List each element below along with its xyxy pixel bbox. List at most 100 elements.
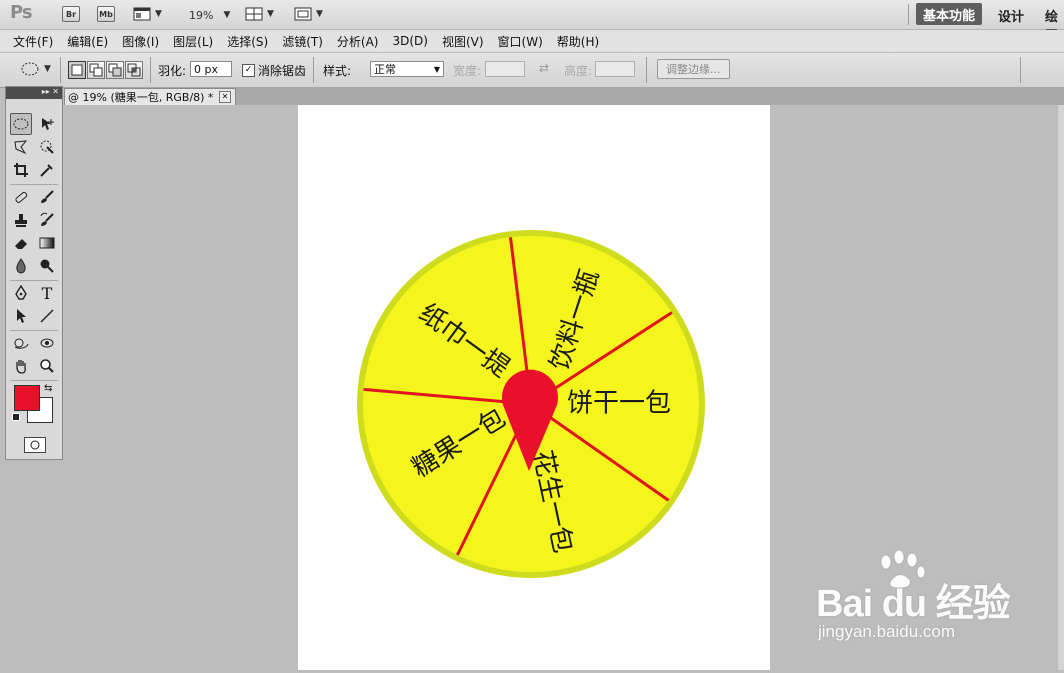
- height-label: 高度:: [564, 64, 593, 78]
- subtract-selection-icon: [108, 63, 122, 77]
- blur-tool[interactable]: [10, 255, 32, 277]
- style-select[interactable]: 正常 ▼: [370, 61, 444, 77]
- elliptical-marquee-tool[interactable]: [10, 113, 32, 135]
- 3d-orbit-icon: [40, 338, 54, 348]
- divider: [60, 57, 61, 83]
- crop-tool[interactable]: [10, 159, 32, 181]
- feather-label: 羽化:: [158, 64, 187, 78]
- pen-icon: [15, 285, 27, 300]
- screen-mode-button[interactable]: ▼: [294, 5, 323, 23]
- dodge-icon: [40, 259, 54, 273]
- launch-mini-bridge-button[interactable]: Mb: [97, 5, 115, 23]
- arrange-icon: [245, 7, 263, 21]
- style-select-value: 正常: [374, 63, 396, 76]
- baidu-jingyan-watermark: Bai du 经验 jingyan.baidu.com: [812, 550, 1012, 650]
- bridge-icon: Br: [62, 6, 80, 22]
- arrow-icon: [17, 309, 26, 323]
- menu-image[interactable]: 图像(I): [122, 33, 159, 50]
- foreground-color-swatch[interactable]: [14, 385, 40, 411]
- document-canvas[interactable]: 饮料一瓶 饼干一包 花生一包 糖果一包 纸巾一提: [298, 105, 770, 670]
- launch-bridge-button[interactable]: Br: [62, 5, 80, 23]
- zoom-tool[interactable]: [36, 355, 58, 377]
- spot-healing-brush-tool[interactable]: [10, 186, 32, 208]
- vertical-scrollbar[interactable]: [1058, 105, 1064, 670]
- tool-preset-picker[interactable]: ▼: [20, 61, 51, 77]
- refine-edge-button[interactable]: 调整边缘...: [657, 59, 730, 79]
- close-icon[interactable]: ✕: [219, 91, 231, 103]
- menu-edit[interactable]: 编辑(E): [67, 33, 108, 50]
- new-selection-button[interactable]: [68, 61, 86, 79]
- style-label: 样式:: [323, 64, 352, 78]
- divider: [10, 280, 58, 281]
- eraser-tool[interactable]: [10, 232, 32, 254]
- dodge-tool[interactable]: [36, 255, 58, 277]
- arrange-documents-button[interactable]: ▼: [245, 5, 274, 23]
- menu-file[interactable]: 文件(F): [13, 33, 53, 50]
- watermark-brand: Bai du 经验: [816, 583, 1011, 625]
- anti-alias-label: 消除锯齿: [258, 64, 307, 78]
- swap-icon[interactable]: ⇄: [539, 61, 549, 75]
- default-colors-icon[interactable]: [12, 413, 20, 421]
- watermark-url: jingyan.baidu.com: [818, 622, 956, 641]
- workspace-essentials[interactable]: 基本功能: [916, 3, 982, 25]
- water-drop-icon: [16, 258, 26, 274]
- clone-stamp-tool[interactable]: [10, 209, 32, 231]
- height-input[interactable]: [595, 61, 635, 77]
- menu-window[interactable]: 窗口(W): [498, 33, 543, 50]
- type-tool[interactable]: T: [36, 282, 58, 304]
- menu-filter[interactable]: 滤镜(T): [282, 33, 323, 50]
- hand-tool[interactable]: [10, 355, 32, 377]
- menu-select[interactable]: 选择(S): [227, 33, 268, 50]
- divider: [908, 4, 909, 25]
- intersect-selection-button[interactable]: [125, 61, 143, 79]
- menu-view[interactable]: 视图(V): [442, 33, 484, 50]
- quick-mask-button[interactable]: [24, 437, 46, 453]
- add-to-selection-button[interactable]: [87, 61, 105, 79]
- type-icon: T: [41, 283, 53, 303]
- add-selection-icon: [89, 63, 103, 77]
- document-tab-bar: @ 19% (糖果一包, RGB/8) * ✕: [64, 87, 1064, 105]
- path-selection-tool[interactable]: [10, 305, 32, 327]
- new-selection-icon: [71, 64, 83, 76]
- chevron-down-icon: ▼: [433, 64, 440, 74]
- history-brush-tool[interactable]: [36, 209, 58, 231]
- wheel-segment-label: 饼干一包: [567, 389, 671, 419]
- menu-analysis[interactable]: 分析(A): [337, 33, 379, 50]
- prize-wheel: 饮料一瓶饼干一包花生一包糖果一包纸巾一提: [357, 230, 705, 578]
- menu-help[interactable]: 帮助(H): [557, 33, 599, 50]
- eyedropper-tool[interactable]: [36, 159, 58, 181]
- swap-colors-icon[interactable]: ⇆: [44, 383, 52, 394]
- lasso-icon: [14, 140, 28, 155]
- 3d-rotate-tool[interactable]: [10, 332, 32, 354]
- lasso-tool[interactable]: [10, 136, 32, 158]
- document-tab-title: @ 19% (糖果一包, RGB/8) *: [68, 91, 214, 104]
- document-tab[interactable]: @ 19% (糖果一包, RGB/8) * ✕: [64, 88, 236, 105]
- anti-alias-checkbox[interactable]: ✓ 消除锯齿: [242, 62, 306, 79]
- workspace-design[interactable]: 设计: [998, 6, 1024, 25]
- menu-bar: 文件(F) 编辑(E) 图像(I) 图层(L) 选择(S) 滤镜(T) 分析(A…: [0, 30, 1064, 53]
- menu-3d[interactable]: 3D(D): [392, 34, 427, 48]
- chevron-down-icon: ▼: [267, 9, 274, 19]
- 3d-rotate-icon: [14, 338, 29, 349]
- quick-selection-tool[interactable]: [36, 136, 58, 158]
- zoom-level[interactable]: 19% ▼: [189, 6, 230, 24]
- brush-tool[interactable]: [36, 186, 58, 208]
- divider: [1020, 57, 1021, 83]
- brush-icon: [41, 190, 54, 203]
- gradient-tool[interactable]: [36, 232, 58, 254]
- chevron-down-icon: ▼: [223, 10, 231, 20]
- width-input[interactable]: [485, 61, 525, 77]
- line-tool[interactable]: [36, 305, 58, 327]
- chevron-down-icon: ▼: [44, 64, 51, 74]
- menu-layer[interactable]: 图层(L): [173, 33, 213, 50]
- divider: [150, 57, 151, 83]
- elliptical-marquee-icon: [13, 118, 29, 130]
- tools-panel-header[interactable]: ▸▸ ✕: [6, 87, 62, 99]
- pen-tool[interactable]: [10, 282, 32, 304]
- subtract-selection-button[interactable]: [106, 61, 124, 79]
- move-tool[interactable]: [36, 113, 58, 135]
- feather-input[interactable]: 0 px: [190, 61, 232, 77]
- 3d-orbit-tool[interactable]: [36, 332, 58, 354]
- extras-menu-button[interactable]: ▼: [133, 5, 162, 23]
- checkbox-checked-icon: ✓: [242, 64, 255, 77]
